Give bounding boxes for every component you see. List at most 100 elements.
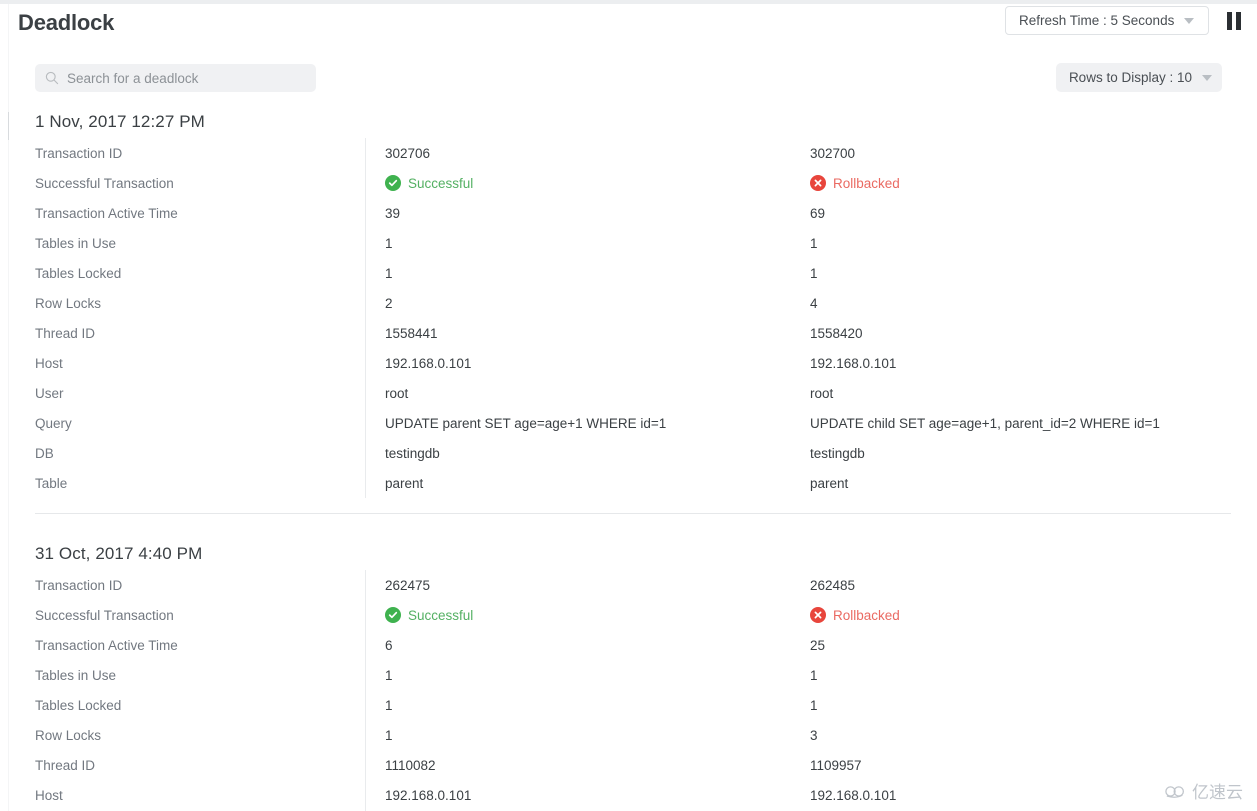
table-row: Thread ID 1110082 1109957 [9,750,1257,780]
field-value: 302700 [810,145,856,161]
field-value: testingdb [385,445,440,461]
field-value: parent [810,475,849,491]
table-row: Transaction Active Time 39 69 [9,198,1257,228]
table-row: Successful Transaction Successful Rollback… [9,600,1257,630]
deadlock-rows: Transaction ID 302706 302700 Successful Tra… [9,138,1257,498]
field-value: 1 [385,265,393,281]
field-value: 302706 [385,145,431,161]
field-value: Rollbacked [787,607,1212,623]
field-value: 192.168.0.101 [385,355,472,371]
table-row: Table parent parent [9,468,1257,498]
page-header: Deadlock Refresh Time : 5 Seconds [9,4,1257,50]
field-label: Host [35,787,63,803]
table-row: Tables in Use 1 1 [9,660,1257,690]
field-label: DB [35,445,54,461]
field-label: User [35,385,64,401]
chevron-down-icon [1202,74,1212,81]
search-input[interactable] [67,70,306,86]
page-title: Deadlock [18,10,115,35]
field-value: 192.168.0.101 [810,355,897,371]
field-value: 1558441 [385,325,438,341]
field-label: Thread ID [35,757,96,773]
rows-to-display-dropdown[interactable]: Rows to Display : 10 [1055,63,1222,92]
block-gap [9,514,1257,536]
table-row: Transaction Active Time 6 25 [9,630,1257,660]
field-value: 1 [385,697,393,713]
x-circle-icon [810,175,826,191]
field-value: 6 [385,637,393,653]
field-value: 1 [810,265,818,281]
status-label: Successful [408,175,474,191]
search-box[interactable] [35,64,316,92]
table-row: Tables Locked 1 1 [9,690,1257,720]
status-label: Successful [408,607,474,623]
table-row: Tables Locked 1 1 [9,258,1257,288]
field-label: Row Locks [35,295,102,311]
field-value: UPDATE child SET age=age+1, parent_id=2 … [810,415,1160,431]
field-label: Successful Transaction [35,607,174,623]
deadlock-block: 1 Nov, 2017 12:27 PM Transaction ID 302706… [9,104,1257,536]
table-row: Host 192.168.0.101 192.168.0.101 [9,348,1257,378]
field-value: 1 [385,667,393,683]
field-label: Tables in Use [35,235,117,251]
table-row: Tables in Use 1 1 [9,228,1257,258]
check-circle-icon [385,175,401,191]
field-value: 1 [385,727,393,743]
status-badge: Rollbacked [810,607,900,623]
table-row: Row Locks 1 3 [9,720,1257,750]
field-value: Successful [362,607,787,623]
field-value: 1 [810,235,818,251]
field-value: UPDATE parent SET age=age+1 WHERE id=1 [385,415,667,431]
field-value: 39 [385,205,401,221]
toolbar: Rows to Display : 10 [9,56,1257,100]
chevron-down-icon [1184,17,1195,24]
field-label: Transaction Active Time [35,637,178,653]
refresh-time-dropdown[interactable]: Refresh Time : 5 Seconds [1005,6,1209,35]
field-value: 1 [385,235,393,251]
deadlock-block: 31 Oct, 2017 4:40 PM Transaction ID 262475… [9,536,1257,811]
table-row: User root root [9,378,1257,408]
field-value: 1109957 [810,757,862,773]
check-circle-icon [385,607,401,623]
field-value: 4 [810,295,818,311]
field-label: Thread ID [35,325,96,341]
deadlock-page: Deadlock Refresh Time : 5 Seconds Rows t… [0,0,1257,811]
field-label: Tables Locked [35,697,122,713]
pause-icon-bar-right [1236,12,1241,30]
field-value: testingdb [810,445,865,461]
status-badge: Rollbacked [810,175,900,191]
field-label: Host [35,355,63,371]
search-icon [45,71,59,85]
field-value: Successful [362,175,787,191]
field-value: 3 [810,727,818,743]
field-value: 192.168.0.101 [810,787,897,803]
field-value: 2 [385,295,393,311]
field-label: Successful Transaction [35,175,174,191]
deadlock-list: 1 Nov, 2017 12:27 PM Transaction ID 302706… [9,104,1257,811]
field-label: Row Locks [35,727,102,743]
field-value: 262485 [810,577,856,593]
table-row: DB testingdb testingdb [9,438,1257,468]
x-circle-icon [810,607,826,623]
status-badge: Successful [385,175,473,191]
field-value: Rollbacked [787,175,1212,191]
table-row: Thread ID 1558441 1558420 [9,318,1257,348]
deadlock-timestamp: 1 Nov, 2017 12:27 PM [35,112,205,131]
table-row: Transaction ID 262475 262485 [9,570,1257,600]
field-label: Transaction ID [35,577,123,593]
status-badge: Successful [385,607,473,623]
field-label: Tables in Use [35,667,117,683]
pause-button[interactable] [1223,10,1245,32]
field-value: 1110082 [385,757,436,773]
field-label: Table [35,475,68,491]
deadlock-timestamp: 31 Oct, 2017 4:40 PM [35,544,203,563]
refresh-time-label: Refresh Time : 5 Seconds [1019,13,1175,28]
field-value: 262475 [385,577,431,593]
field-value: 69 [810,205,826,221]
table-row: Host 192.168.0.101 192.168.0.101 [9,780,1257,810]
table-row: Row Locks 2 4 [9,288,1257,318]
status-label: Rollbacked [833,607,900,623]
field-label: Transaction Active Time [35,205,178,221]
field-value: 1 [810,667,818,683]
field-value: root [385,385,409,401]
